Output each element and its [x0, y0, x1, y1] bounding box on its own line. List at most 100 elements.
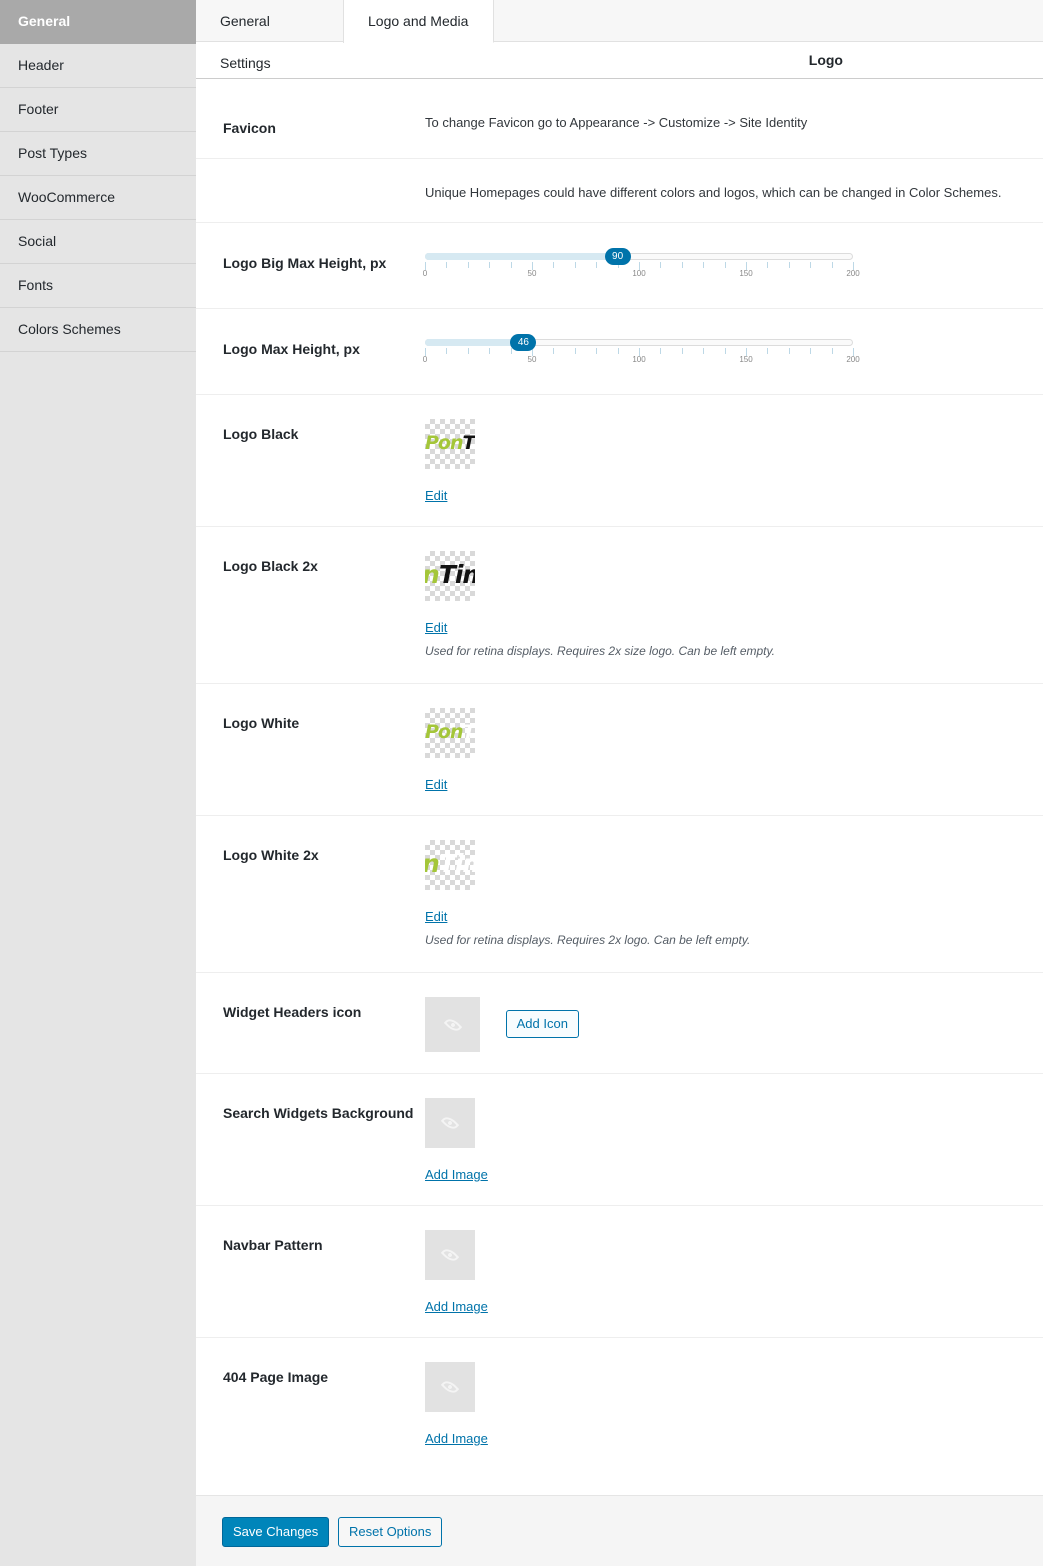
tab-bar: General Settings Logo and Media: [196, 0, 1043, 71]
homepages-note-row: Unique Homepages could have different co…: [196, 159, 1043, 223]
slider-tick-label: 0: [422, 355, 428, 364]
sidebar-item-woocommerce[interactable]: WooCommerce: [0, 176, 196, 220]
sidebar-item-social[interactable]: Social: [0, 220, 196, 264]
slider-tick: [553, 348, 555, 354]
logo-white-row: Logo White PonTime Edit: [196, 684, 1043, 816]
slider-tick: [724, 262, 726, 268]
slider-tick: [510, 348, 512, 354]
logo-max-height-row: Logo Max Height, px 46 0 50 100 150 200: [196, 309, 1043, 395]
slider-tick: [489, 262, 491, 268]
page-404-image-preview: [425, 1362, 475, 1412]
slider-tick: [467, 262, 469, 268]
slider-tick-label: 100: [632, 355, 646, 364]
logo-max-height-slider[interactable]: 46 0 50 100 150 200: [422, 334, 860, 374]
slider-tick-label: 200: [846, 269, 860, 278]
page-404-image-add-image-link[interactable]: Add Image: [425, 1431, 488, 1446]
eye-icon: [440, 1377, 460, 1397]
slider-tick: [703, 262, 705, 268]
navbar-pattern-add-image-link[interactable]: Add Image: [425, 1299, 488, 1314]
logo-white-2x-thumbnail: nTim: [425, 840, 475, 890]
logo-black-2x-row: Logo Black 2x nTim Edit Used for retina …: [196, 527, 1043, 684]
tab-logo-and-media[interactable]: Logo and Media: [344, 0, 494, 43]
slider-tick: [810, 348, 812, 354]
slider-handle[interactable]: 46: [510, 334, 537, 351]
settings-panel: General Settings Logo and Media Logo Fav…: [196, 0, 1043, 1566]
sidebar-item-footer[interactable]: Footer: [0, 88, 196, 132]
logo-white-thumbnail: PonTime: [425, 708, 475, 758]
logo-white-edit-link[interactable]: Edit: [425, 777, 447, 792]
navbar-pattern-row: Navbar Pattern Add Image: [196, 1206, 1043, 1338]
page-404-image-row: 404 Page Image Add Image: [196, 1338, 1043, 1494]
slider-tick: [831, 348, 833, 354]
slider-tick: [596, 348, 598, 354]
slider-tick: [660, 262, 662, 268]
logo-black-2x-edit-link[interactable]: Edit: [425, 620, 447, 635]
sidebar-item-general[interactable]: General: [0, 0, 196, 44]
logo-black-label: Logo Black: [223, 426, 299, 442]
save-changes-button[interactable]: Save Changes: [222, 1517, 330, 1547]
slider-fill: [425, 253, 618, 260]
widget-headers-icon-preview: [425, 997, 480, 1052]
slider-tick-label: 150: [739, 355, 753, 364]
sidebar-item-header[interactable]: Header: [0, 44, 196, 88]
logo-white-2x-edit-link[interactable]: Edit: [425, 909, 447, 924]
tab-general-settings[interactable]: General Settings: [196, 0, 344, 71]
slider-tick: [681, 348, 683, 354]
logo-white-2x-description: Used for retina displays. Requires 2x lo…: [425, 933, 751, 947]
slider-tick: [574, 262, 576, 268]
slider-tick: [510, 262, 512, 268]
add-icon-button[interactable]: Add Icon: [505, 1010, 579, 1038]
eye-icon: [440, 1245, 460, 1265]
logo-black-2x-thumbnail: nTim: [425, 551, 475, 601]
slider-tick: [489, 348, 491, 354]
favicon-label: Favicon: [223, 120, 276, 136]
slider-tick: [467, 348, 469, 354]
search-widgets-background-preview: [425, 1098, 475, 1148]
logo-big-max-height-label: Logo Big Max Height, px: [223, 255, 387, 271]
navbar-pattern-label: Navbar Pattern: [223, 1237, 323, 1253]
favicon-text: To change Favicon go to Appearance -> Cu…: [425, 115, 808, 130]
slider-tick-label: 0: [422, 269, 428, 278]
logo-max-height-label: Logo Max Height, px: [223, 341, 360, 357]
logo-black-row: Logo Black PonTime Edit: [196, 395, 1043, 527]
sidebar-item-fonts[interactable]: Fonts: [0, 264, 196, 308]
slider-tick: [724, 348, 726, 354]
slider-tick: [446, 262, 448, 268]
sidebar-item-post-types[interactable]: Post Types: [0, 132, 196, 176]
slider-tick: [788, 262, 790, 268]
slider-tick-label: 50: [527, 355, 537, 364]
slider-tick: [553, 262, 555, 268]
logo-black-2x-description: Used for retina displays. Requires 2x si…: [425, 644, 775, 658]
eye-icon: [440, 1113, 460, 1133]
search-widgets-background-row: Search Widgets Background Add Image: [196, 1074, 1043, 1206]
reset-options-button[interactable]: Reset Options: [338, 1517, 443, 1547]
slider-tick: [574, 348, 576, 354]
slider-tick: [617, 348, 619, 354]
navbar-pattern-preview: [425, 1230, 475, 1280]
slider-tick: [767, 348, 769, 354]
slider-tick-label: 100: [632, 269, 646, 278]
logo-big-max-height-row: Logo Big Max Height, px 90 0 50 100 150 200: [196, 223, 1043, 309]
widget-headers-icon-row: Widget Headers icon Add Icon: [196, 973, 1043, 1074]
footer-bar: Save Changes Reset Options: [196, 1495, 1043, 1566]
slider-tick: [660, 348, 662, 354]
logo-big-max-height-slider[interactable]: 90 0 50 100 150 200: [422, 248, 860, 288]
section-title: Logo: [196, 42, 1043, 79]
page-404-image-label: 404 Page Image: [223, 1369, 329, 1385]
logo-white-label: Logo White: [223, 715, 300, 731]
logo-black-edit-link[interactable]: Edit: [425, 488, 447, 503]
logo-black-2x-label: Logo Black 2x: [223, 558, 318, 574]
search-widgets-background-add-image-link[interactable]: Add Image: [425, 1167, 488, 1182]
slider-tick: [788, 348, 790, 354]
slider-handle[interactable]: 90: [604, 248, 631, 265]
logo-black-thumbnail: PonTime: [425, 419, 475, 469]
eye-icon: [443, 1015, 462, 1034]
sidebar-item-colors-schemes[interactable]: Colors Schemes: [0, 308, 196, 352]
slider-fill: [425, 339, 524, 346]
search-widgets-background-label: Search Widgets Background: [223, 1105, 414, 1121]
logo-white-2x-row: Logo White 2x nTim Edit Used for retina …: [196, 816, 1043, 973]
slider-tick-label: 150: [739, 269, 753, 278]
slider-tick: [703, 348, 705, 354]
homepages-note-text: Unique Homepages could have different co…: [425, 185, 1002, 200]
logo-white-2x-label: Logo White 2x: [223, 847, 319, 863]
